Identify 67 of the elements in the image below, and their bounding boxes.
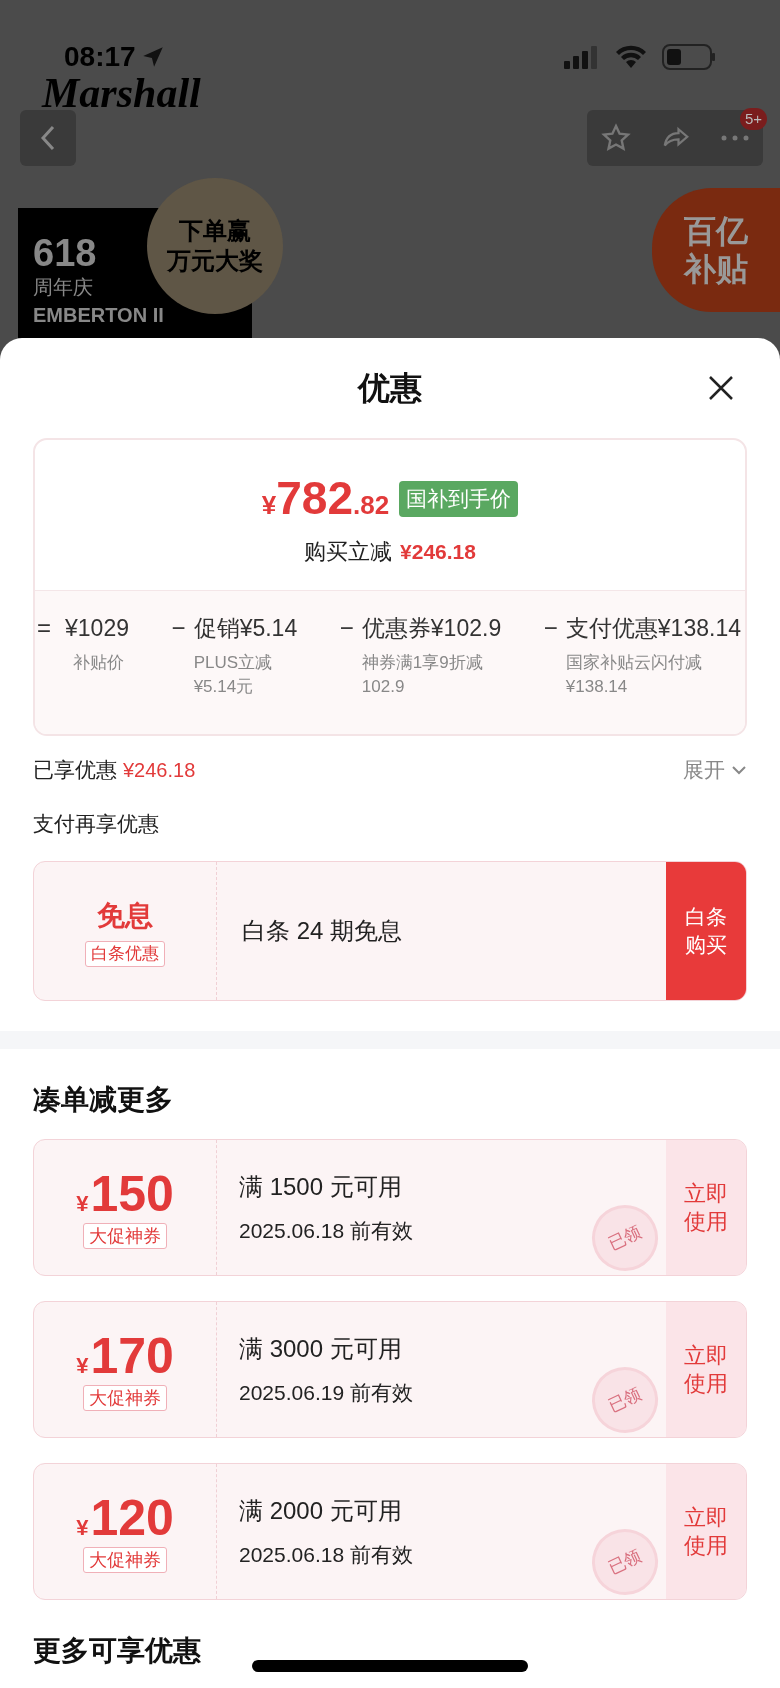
coupon-expiry: 2025.06.19 前有效 — [239, 1379, 413, 1406]
coupon-expiry: 2025.06.18 前有效 — [239, 1217, 413, 1244]
use-now-button[interactable]: 立即使用 — [666, 1464, 746, 1599]
coupon-amount: 150 — [90, 1166, 174, 1221]
more-icon[interactable] — [719, 134, 750, 142]
back-icon — [39, 124, 57, 152]
subsidy-text: 百亿 — [684, 212, 748, 250]
operator-sign: − — [171, 613, 187, 643]
battery-icon — [662, 44, 716, 70]
coupon-condition: 满 1500 元可用 — [239, 1171, 402, 1202]
expand-button[interactable]: 展开 — [683, 754, 747, 786]
operator-sign: = — [36, 613, 52, 643]
signal-icon — [564, 45, 600, 69]
section-title: 更多可享优惠 — [33, 1634, 201, 1668]
breakdown-amount: ¥1029 — [65, 614, 129, 643]
installment-buy-button[interactable]: 白条购买 — [666, 862, 746, 1000]
use-now-button[interactable]: 立即使用 — [666, 1140, 746, 1275]
operator-sign: − — [339, 613, 355, 643]
coupon-amount: 120 — [90, 1490, 174, 1545]
notification-badge: 5+ — [740, 108, 768, 130]
coupon-tag: 大促神券 — [83, 1546, 167, 1573]
breakdown-note: 102.9 — [361, 676, 406, 698]
chevron-down-icon — [731, 764, 747, 775]
enjoyed-amount: ¥246.18 — [123, 758, 196, 783]
coupon-expiry: 2025.06.18 前有效 — [239, 1541, 413, 1568]
coupon-tag: 大促神券 — [83, 1384, 167, 1411]
breakdown-note: ¥5.14元 — [193, 676, 255, 698]
use-now-button[interactable]: 立即使用 — [666, 1302, 746, 1437]
breakdown-note: 神券满1享9折减 — [361, 652, 484, 674]
promo-text: EMBERTON II — [33, 303, 164, 328]
offer-tag: 白条优惠 — [85, 941, 165, 967]
enjoyed-label: 已享优惠 — [33, 757, 117, 783]
breakdown-note: PLUS立减 — [193, 652, 274, 674]
breakdown-note: 国家补贴云闪付减 — [565, 652, 703, 674]
promo-text: 周年庆 — [33, 275, 93, 300]
promo-text: 618 — [33, 233, 97, 273]
breakdown-note: 补贴价 — [72, 652, 125, 674]
section-title: 凑单减更多 — [33, 1083, 174, 1117]
final-price: 782 — [276, 474, 354, 522]
reduction-amount: ¥246.18 — [400, 539, 476, 565]
currency-symbol: ¥ — [76, 1189, 89, 1218]
offer-title: 免息 — [97, 899, 153, 933]
back-button[interactable] — [20, 110, 76, 166]
star-icon[interactable] — [600, 122, 633, 154]
currency-symbol: ¥ — [76, 1351, 89, 1380]
coupon-amount: 170 — [90, 1328, 174, 1383]
offer-text: 白条 24 期免息 — [242, 916, 403, 946]
currency-symbol: ¥ — [76, 1513, 89, 1542]
prize-text: 下单赢 — [179, 216, 251, 246]
subsidy-price-tag: 国补到手价 — [399, 481, 519, 517]
prize-text: 万元大奖 — [167, 246, 263, 276]
subsidy-text: 补贴 — [684, 250, 748, 288]
sheet-title: 优惠 — [358, 369, 422, 408]
currency-symbol: ¥ — [261, 490, 277, 522]
close-icon[interactable] — [708, 375, 734, 401]
breakdown-amount: 支付优惠¥138.14 — [565, 614, 741, 643]
coupon-tag: 大促神券 — [83, 1222, 167, 1249]
price-decimal: .82 — [353, 489, 390, 522]
coupon-condition: 满 3000 元可用 — [239, 1333, 402, 1364]
reduction-label: 购买立减 — [304, 538, 393, 566]
section-title: 支付再享优惠 — [33, 810, 160, 837]
breakdown-amount: 优惠券¥102.9 — [361, 614, 502, 643]
coupon-condition: 满 2000 元可用 — [239, 1495, 402, 1526]
wifi-icon — [614, 44, 648, 70]
breakdown-amount: 促销¥5.14 — [193, 614, 298, 643]
operator-sign: − — [543, 613, 559, 643]
breakdown-note: ¥138.14 — [565, 676, 629, 698]
